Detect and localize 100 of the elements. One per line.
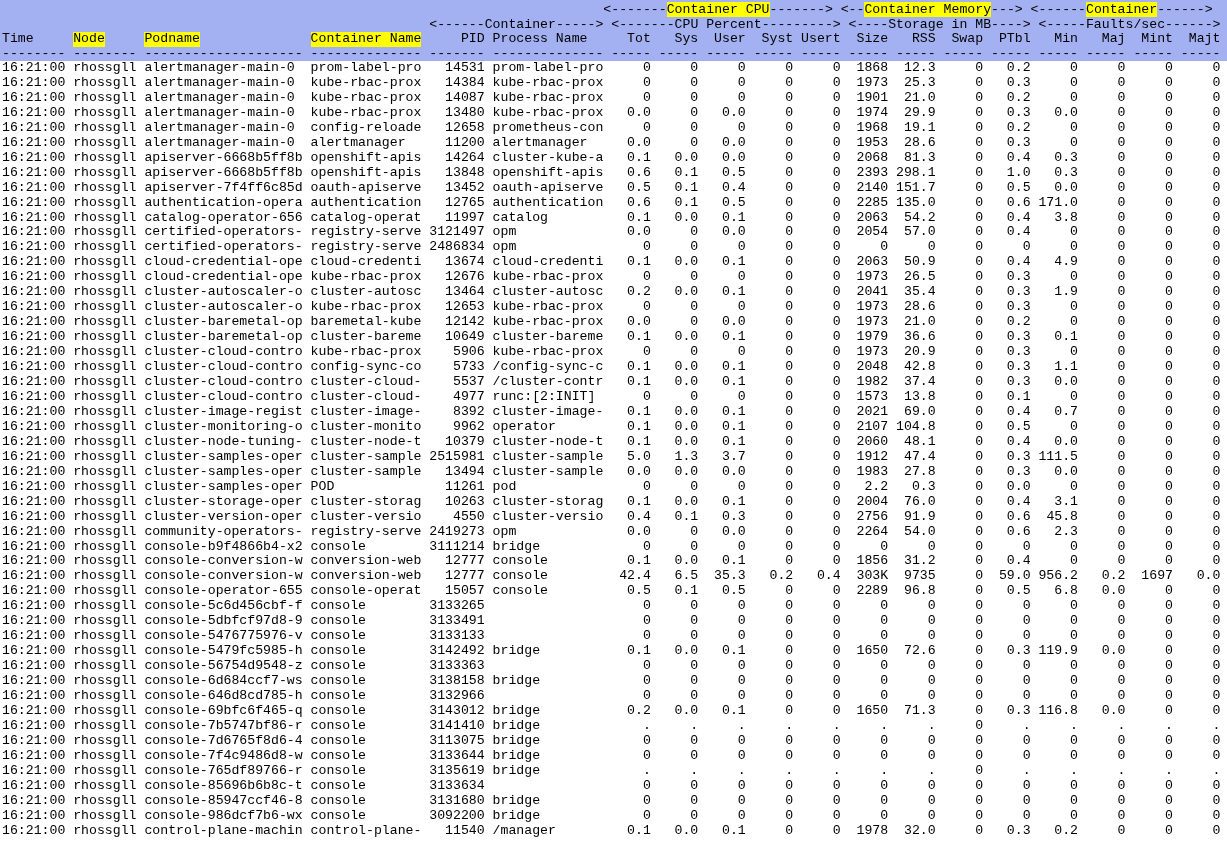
table-cell: rhossgll bbox=[73, 150, 137, 166]
table-cell: 0 bbox=[1022, 599, 1031, 615]
table-cell: 0 bbox=[1165, 539, 1173, 555]
table-cell: 104.8 bbox=[896, 419, 936, 435]
table-cell: 0 bbox=[975, 748, 984, 764]
table-cell: 16:21:00 bbox=[2, 135, 66, 151]
table-cell: 0 bbox=[1212, 733, 1221, 749]
table-cell: 0 bbox=[1165, 689, 1173, 704]
table-cell: 16:21:00 bbox=[2, 509, 66, 525]
column-group-label: <------Container------> bbox=[1030, 3, 1213, 18]
table-cell: 0.3 bbox=[1006, 449, 1031, 465]
table-cell: 1974 bbox=[856, 105, 889, 121]
table-cell: . bbox=[1070, 718, 1079, 734]
table-cell: 0 bbox=[642, 90, 651, 106]
table-cell: 0 bbox=[1165, 524, 1173, 540]
table-cell: 0 bbox=[642, 240, 651, 256]
table-cell: 12658 bbox=[445, 120, 485, 136]
table-cell: 0.0 bbox=[674, 360, 699, 375]
column-header: Swap bbox=[951, 32, 984, 47]
table-cell: registry-serve bbox=[310, 240, 422, 256]
dash-underline: ----- bbox=[991, 46, 1031, 61]
table-cell: alertmanager-main-0 bbox=[144, 61, 295, 76]
table-cell: cluster-storag bbox=[492, 494, 604, 510]
table-cell: 0 bbox=[1165, 644, 1173, 660]
table-cell: . bbox=[737, 763, 746, 779]
table-cell: cluster-baremetal-op bbox=[144, 315, 303, 331]
table-cell: 0 bbox=[1022, 674, 1031, 690]
table-cell: 16:21:00 bbox=[2, 165, 66, 181]
table-cell: 0.5 bbox=[722, 165, 746, 181]
table-cell: 0 bbox=[1165, 599, 1173, 615]
table-cell: cluster-autoscaler-o bbox=[144, 300, 303, 316]
table-cell: 0 bbox=[1117, 629, 1126, 645]
table-cell: . bbox=[642, 718, 651, 734]
table-cell: 0 bbox=[975, 419, 984, 435]
table-cell: 16:21:00 bbox=[2, 360, 66, 375]
table-cell: rhossgll bbox=[73, 225, 137, 241]
table-cell: 0 bbox=[832, 165, 841, 181]
table-cell: config-sync-co bbox=[310, 360, 422, 375]
table-cell: console-7d6765f8d6-4 bbox=[144, 733, 303, 749]
table-cell: 0 bbox=[832, 404, 841, 420]
table-cell: 0.3 bbox=[1006, 285, 1031, 301]
table-cell: 1.1 bbox=[1054, 360, 1079, 375]
table-cell: cluster-version-oper bbox=[144, 509, 303, 525]
table-cell: 0.0 bbox=[1101, 704, 1126, 719]
table-cell: 0 bbox=[1165, 733, 1173, 749]
table-cell: 0 bbox=[832, 90, 841, 106]
table-cell: 0.1 bbox=[627, 823, 651, 839]
table-cell: 0 bbox=[785, 419, 794, 435]
table-cell: 0 bbox=[975, 509, 984, 525]
table-cell: 116.8 bbox=[1038, 704, 1079, 719]
table-cell: 0 bbox=[1117, 150, 1126, 166]
table-cell: 27.8 bbox=[903, 464, 936, 480]
table-cell: 0 bbox=[1165, 778, 1173, 794]
table-cell: 0.0 bbox=[674, 823, 699, 839]
dash-underline: -------------- bbox=[492, 46, 604, 61]
table-cell: 0 bbox=[785, 659, 794, 675]
table-cell: 0 bbox=[832, 629, 841, 645]
table-cell: cluster-monitoring-o bbox=[144, 419, 303, 435]
table-cell: alertmanager-main-0 bbox=[144, 135, 295, 151]
table-cell: 0 bbox=[785, 614, 794, 630]
table-cell: conversion-web bbox=[310, 569, 422, 585]
dash-underline: -------------------- bbox=[144, 46, 303, 61]
table-cell: 3133634 bbox=[429, 778, 485, 794]
table-cell: 0 bbox=[690, 733, 699, 749]
table-cell: 0 bbox=[1212, 434, 1221, 450]
table-cell: console-conversion-w bbox=[144, 554, 303, 570]
table-cell: 2063 bbox=[856, 210, 889, 226]
table-cell: console bbox=[310, 629, 366, 645]
table-cell: 0 bbox=[737, 808, 746, 824]
table-cell: 16:21:00 bbox=[2, 240, 66, 256]
table-cell: 0 bbox=[737, 689, 746, 704]
table-cell: cluster-sample bbox=[492, 449, 604, 465]
table-cell: 2054 bbox=[856, 225, 889, 241]
table-cell: 0.0 bbox=[1054, 180, 1079, 196]
table-cell: 0 bbox=[690, 479, 699, 495]
table-cell: rhossgll bbox=[73, 449, 137, 465]
table-cell: 8392 bbox=[453, 404, 485, 420]
table-cell: 0 bbox=[975, 330, 984, 346]
table-cell: 76.0 bbox=[903, 494, 936, 510]
table-cell: 13480 bbox=[445, 105, 485, 121]
table-cell: 0 bbox=[1165, 345, 1173, 361]
table-cell: 0.1 bbox=[674, 509, 699, 525]
table-cell: 0 bbox=[1117, 494, 1126, 510]
table-cell: 0 bbox=[1070, 225, 1079, 241]
table-cell: 0 bbox=[832, 614, 841, 630]
table-cell: 0 bbox=[785, 225, 794, 241]
table-cell: 0.2 bbox=[1101, 569, 1126, 585]
table-cell: bridge bbox=[492, 704, 541, 719]
table-cell: 0 bbox=[785, 255, 794, 271]
table-cell: 13848 bbox=[445, 165, 485, 181]
table-cell: 0 bbox=[832, 360, 841, 375]
table-cell: 0 bbox=[975, 300, 984, 316]
table-cell: 0 bbox=[785, 644, 794, 660]
table-cell: 28.6 bbox=[903, 300, 936, 316]
table-cell: 16:21:00 bbox=[2, 225, 66, 241]
table-cell: 0.1 bbox=[722, 644, 746, 660]
table-cell: 0 bbox=[927, 689, 936, 704]
table-cell: 0 bbox=[975, 61, 984, 76]
table-cell: 16:21:00 bbox=[2, 644, 66, 660]
table-cell: 0 bbox=[975, 704, 984, 719]
